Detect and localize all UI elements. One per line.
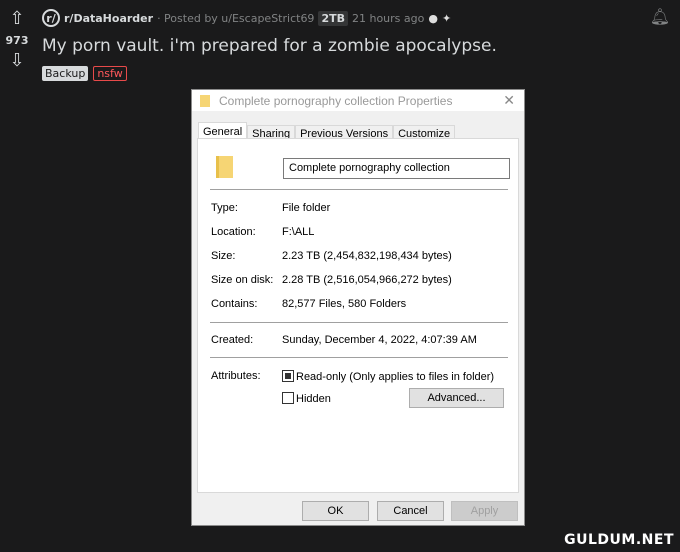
contains-label: Contains: [211, 298, 258, 310]
size-on-disk-value: 2.28 TB (2,516,054,966,272 bytes) [282, 274, 452, 286]
cancel-button[interactable]: Cancel [377, 501, 444, 521]
checkbox-indeterminate-icon[interactable] [282, 370, 294, 382]
folder-icon [200, 94, 210, 107]
award-icon: ● [428, 11, 438, 25]
close-icon[interactable]: ✕ [503, 92, 515, 109]
downvote-button[interactable]: ⇩ [6, 50, 28, 71]
nsfw-tag: nsfw [93, 66, 127, 81]
readonly-label: Read-only (Only applies to files in fold… [296, 371, 495, 383]
apply-button[interactable]: Apply [451, 501, 518, 521]
award-icon: ✦ [441, 11, 452, 25]
location-label: Location: [211, 226, 256, 238]
location-value: F:\ALL [282, 226, 315, 238]
advanced-button[interactable]: Advanced... [409, 388, 504, 408]
subreddit-icon: r/ [42, 9, 60, 27]
general-panel: Complete pornography collection Type: Fi… [197, 138, 519, 493]
folder-icon [216, 156, 233, 178]
subreddit-link[interactable]: r/DataHoarder [64, 12, 153, 25]
checkbox-icon[interactable] [282, 392, 294, 404]
folder-name-input[interactable]: Complete pornography collection [283, 158, 510, 179]
type-label: Type: [211, 202, 238, 214]
bell-icon[interactable]: 🔔︎ [650, 7, 670, 26]
size-value: 2.23 TB (2,454,832,198,434 bytes) [282, 250, 452, 262]
hidden-checkbox[interactable]: Hidden [282, 392, 331, 405]
posted-by[interactable]: · Posted by u/EscapeStrict69 [157, 12, 314, 25]
type-value: File folder [282, 202, 331, 214]
user-flair: 2TB [318, 10, 348, 26]
size-on-disk-label: Size on disk: [211, 274, 274, 286]
post-meta: r/ r/DataHoarder · Posted by u/EscapeStr… [42, 9, 451, 27]
vote-score: 973 [5, 34, 29, 47]
watermark: GULDUM.NET [564, 532, 674, 548]
readonly-checkbox[interactable]: Read-only (Only applies to files in fold… [282, 370, 494, 383]
upvote-button[interactable]: ⇧ [6, 8, 28, 29]
divider [210, 357, 508, 358]
post-title[interactable]: My porn vault. i'm prepared for a zombie… [42, 36, 497, 56]
post-time: 21 hours ago [351, 11, 425, 25]
flair-tag[interactable]: Backup [42, 66, 89, 81]
divider [210, 322, 508, 323]
ok-button[interactable]: OK [302, 501, 369, 521]
attributes-label: Attributes: [211, 370, 261, 382]
divider [210, 189, 508, 190]
size-label: Size: [211, 250, 236, 262]
created-value: Sunday, December 4, 2022, 4:07:39 AM [282, 334, 477, 346]
dialog-title: Complete pornography collection Properti… [219, 93, 453, 108]
dialog-titlebar: Complete pornography collection Properti… [192, 90, 524, 111]
properties-dialog: Complete pornography collection Properti… [191, 89, 525, 526]
hidden-label: Hidden [296, 393, 331, 405]
created-label: Created: [211, 334, 254, 346]
contains-value: 82,577 Files, 580 Folders [282, 298, 407, 310]
